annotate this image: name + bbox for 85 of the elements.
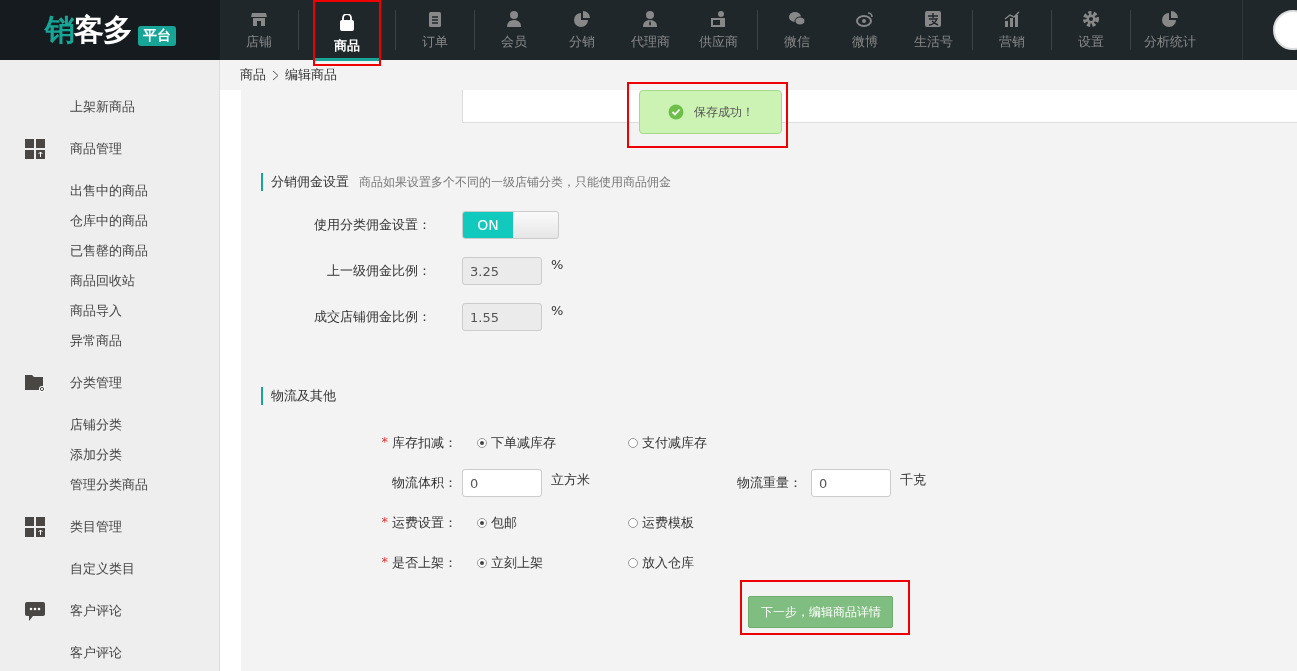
bar-chart-icon [1003, 9, 1021, 28]
radio-button[interactable] [628, 518, 638, 528]
unit-label: % [551, 303, 564, 318]
menu-section-title[interactable]: 类目管理 [70, 518, 122, 536]
menu-item[interactable]: 店铺分类 [70, 416, 122, 434]
input-field[interactable]: 0 [462, 469, 542, 497]
unit-label: 千克 [900, 471, 926, 489]
nav-tab[interactable]: 供应商 [684, 0, 752, 60]
field-label: 运费设置： [392, 514, 457, 532]
radio-label[interactable]: 放入仓库 [642, 554, 694, 572]
nav-tab[interactable]: 会员 [480, 0, 548, 60]
folder-icon [25, 374, 45, 392]
gear-icon [1082, 9, 1100, 28]
menu-item[interactable]: 出售中的商品 [70, 182, 148, 200]
check-circle-icon [667, 104, 684, 120]
breadcrumb-item: 编辑商品 [285, 66, 337, 84]
radio-button[interactable] [477, 518, 487, 528]
menu-item[interactable]: 客户评论 [70, 644, 122, 662]
radio-label[interactable]: 下单减库存 [491, 434, 556, 452]
field-label: 使用分类佣金设置： [313, 216, 431, 234]
chat-icon [788, 9, 806, 28]
nav-tab[interactable]: 分析统计 [1136, 0, 1204, 60]
radio-button[interactable] [477, 438, 487, 448]
person-tie-icon [641, 9, 659, 28]
person-icon [505, 9, 523, 28]
logo-text: 销客多 [44, 10, 132, 49]
radio-button[interactable] [628, 558, 638, 568]
field-label: 物流重量： [737, 475, 802, 490]
menu-section-title[interactable]: 商品管理 [70, 140, 122, 158]
field-label: 成交店铺佣金比例： [313, 308, 431, 326]
input-field[interactable]: 1.55 [462, 303, 542, 331]
radio-button[interactable] [628, 438, 638, 448]
required-mark: * [381, 434, 388, 451]
menu-item[interactable]: 管理分类商品 [70, 476, 148, 494]
menu-item[interactable]: 商品回收站 [70, 272, 135, 290]
nav-tab[interactable]: 代理商 [616, 0, 684, 60]
breadcrumb-item[interactable]: 商品 [240, 66, 266, 84]
pie-chart-icon [573, 9, 591, 28]
field-label: 上一级佣金比例： [326, 262, 431, 280]
speech-bubble-icon [25, 601, 45, 621]
menu-item[interactable]: 异常商品 [70, 332, 122, 350]
nav-tab[interactable]: 商品 [313, 0, 381, 66]
pie-chart-icon [1161, 9, 1179, 28]
section-title: 物流及其他 [261, 387, 336, 405]
radio-button[interactable] [477, 558, 487, 568]
supplier-icon [709, 9, 727, 28]
toast-message: 保存成功！ [693, 103, 754, 121]
nav-tab[interactable]: 营销 [978, 0, 1046, 60]
menu-section-title[interactable]: 分类管理 [70, 374, 122, 392]
clipboard-icon [426, 9, 444, 28]
menu-item[interactable]: 商品导入 [70, 302, 122, 320]
radio-label[interactable]: 立刻上架 [491, 554, 543, 572]
required-mark: * [381, 554, 388, 571]
nav-tab[interactable]: 设置 [1057, 0, 1125, 60]
required-mark: * [381, 514, 388, 531]
menu-item[interactable]: 已售罄的商品 [70, 242, 148, 260]
field-label: 是否上架： [392, 554, 457, 572]
menu-item[interactable]: 仓库中的商品 [70, 212, 148, 230]
grid-icon [25, 139, 45, 159]
menu-item[interactable]: 上架新商品 [70, 98, 135, 116]
grid-icon [25, 517, 45, 537]
radio-label[interactable]: 包邮 [491, 514, 517, 532]
radio-label[interactable]: 运费模板 [642, 514, 694, 532]
input-field[interactable]: 0 [811, 469, 891, 497]
nav-tab[interactable]: 生活号 [899, 0, 967, 60]
weibo-icon [856, 9, 874, 28]
chevron-right-icon [272, 69, 279, 81]
nav-tab[interactable]: 订单 [401, 0, 469, 60]
menu-item[interactable]: 添加分类 [70, 446, 122, 464]
field-label: 物流体积： [392, 474, 457, 492]
input-field[interactable]: 3.25 [462, 257, 542, 285]
pay-icon [924, 9, 942, 28]
nav-tab[interactable]: 微信 [763, 0, 831, 60]
nav-tab[interactable]: 微博 [831, 0, 899, 60]
section-note: 商品如果设置多个不同的一级店铺分类，只能使用商品佣金 [359, 173, 671, 191]
nav-tab[interactable]: 店铺 [225, 0, 293, 60]
section-title: 分销佣金设置 [261, 173, 349, 191]
menu-section-title[interactable]: 客户评论 [70, 602, 122, 620]
menu-item[interactable]: 自定义类目 [70, 560, 135, 578]
logo-badge: 平台 [137, 26, 176, 46]
unit-label: % [551, 257, 564, 272]
radio-label[interactable]: 支付减库存 [642, 434, 707, 452]
field-label: 库存扣减： [392, 434, 457, 452]
unit-label: 立方米 [551, 471, 591, 489]
nav-tab[interactable]: 分销 [548, 0, 616, 60]
